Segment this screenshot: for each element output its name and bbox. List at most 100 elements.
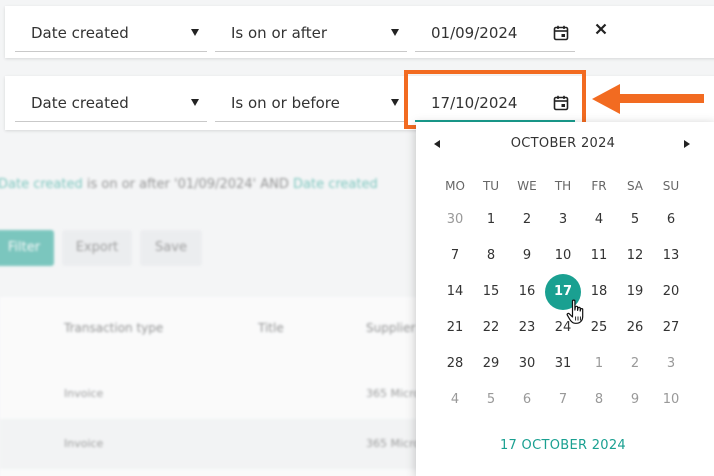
calendar-day[interactable]: 7 (437, 238, 473, 274)
calendar-month-title[interactable]: OCTOBER 2024 (416, 136, 710, 151)
calendar-day[interactable]: 26 (617, 310, 653, 346)
chevron-right-icon[interactable] (684, 140, 690, 148)
calendar-day[interactable]: 8 (581, 382, 617, 418)
summary-link-field-1[interactable]: Date created (0, 177, 83, 192)
filter-summary: Date created is on or after '01/09/2024'… (0, 177, 378, 192)
calendar-day-number: 10 (662, 392, 680, 407)
calendar-day-number: 8 (486, 248, 496, 263)
filter-button[interactable]: Filter (0, 230, 54, 266)
calendar-day-number: 29 (482, 356, 500, 371)
column-header-title[interactable]: Title (258, 321, 284, 335)
calendar-day[interactable]: 29 (473, 346, 509, 382)
calendar-day[interactable]: 23 (509, 310, 545, 346)
calendar-day[interactable]: 10 (545, 238, 581, 274)
calendar-day[interactable]: 2 (617, 346, 653, 382)
operator-select[interactable]: Is on or after (215, 14, 407, 52)
calendar-day[interactable]: 31 (545, 346, 581, 382)
close-icon[interactable] (595, 23, 607, 35)
field-select[interactable]: Date created (15, 14, 207, 52)
calendar-day-number: 5 (486, 392, 496, 407)
summary-text: is on or after '01/09/2024' AND (82, 177, 293, 192)
hand-pointer-icon (566, 299, 584, 324)
calendar-day[interactable]: 8 (473, 238, 509, 274)
field-select[interactable]: Date created (15, 84, 207, 122)
weekday-label: SA (626, 179, 644, 193)
calendar-day-number: 22 (482, 320, 500, 335)
calendar-day-number: 21 (446, 320, 464, 335)
calendar-weeks: 30 1 2 3 4 5 6 7 8 9 10 11 12 13 14 15 16 17 18 19 20 21 22 23 2… (437, 202, 689, 418)
calendar-day[interactable]: 6 (509, 382, 545, 418)
calendar-day[interactable]: 3 (653, 346, 689, 382)
calendar-week-row: 4 5 6 7 8 9 10 (437, 382, 689, 418)
calendar-day[interactable]: 5 (473, 382, 509, 418)
calendar-day[interactable]: 22 (473, 310, 509, 346)
calendar-day-number: 3 (666, 356, 676, 371)
calendar-day[interactable]: 30 (437, 202, 473, 238)
calendar-day-number: 4 (450, 392, 460, 407)
calendar-day-number: 14 (446, 284, 464, 299)
operator-select[interactable]: Is on or before (215, 84, 407, 122)
arrow-head (592, 84, 620, 114)
calendar-day[interactable]: 9 (509, 238, 545, 274)
weekday-label: TU (482, 179, 500, 193)
calendar-day[interactable]: 7 (545, 382, 581, 418)
date-picker-calendar: OCTOBER 2024 MO TU WE TH FR SA SU 30 1 2 3 4 5 6 7 8 9 1… (416, 122, 714, 476)
calendar-day-number: 2 (522, 212, 532, 227)
calendar-day-number: 9 (522, 248, 532, 263)
calendar-day[interactable]: 2 (509, 202, 545, 238)
calendar-day[interactable]: 9 (617, 382, 653, 418)
calendar-day[interactable]: 1 (581, 346, 617, 382)
calendar-day-number: 23 (518, 320, 536, 335)
cell-transaction-type: Invoice (64, 437, 104, 450)
calendar-day[interactable]: 4 (581, 202, 617, 238)
weekday-label: TH (554, 179, 572, 193)
calendar-day[interactable]: 6 (653, 202, 689, 238)
save-button[interactable]: Save (140, 230, 202, 266)
field-select-value: Date created (31, 24, 129, 42)
calendar-day[interactable]: 16 (509, 274, 545, 310)
calendar-day-number: 7 (450, 248, 460, 263)
calendar-day[interactable]: 12 (617, 238, 653, 274)
calendar-day[interactable]: 5 (617, 202, 653, 238)
calendar-day-number: 8 (594, 392, 604, 407)
calendar-day-number: 27 (662, 320, 680, 335)
calendar-day[interactable]: 10 (653, 382, 689, 418)
calendar-day-number: 6 (666, 212, 676, 227)
calendar-day[interactable]: 15 (473, 274, 509, 310)
calendar-day-number: 20 (662, 284, 680, 299)
calendar-day-number: 1 (486, 212, 496, 227)
calendar-day[interactable]: 3 (545, 202, 581, 238)
calendar-day[interactable]: 21 (437, 310, 473, 346)
calendar-week-row: 7 8 9 10 11 12 13 (437, 238, 689, 274)
calendar-day[interactable]: 1 (473, 202, 509, 238)
calendar-day[interactable]: 11 (581, 238, 617, 274)
calendar-day-number: 13 (662, 248, 680, 263)
operator-select-value: Is on or after (231, 24, 328, 42)
calendar-day-number: 4 (594, 212, 604, 227)
calendar-icon[interactable] (553, 25, 569, 41)
calendar-day-number: 15 (482, 284, 500, 299)
calendar-day[interactable]: 28 (437, 346, 473, 382)
column-header-transaction-type[interactable]: Transaction type (64, 321, 163, 335)
weekday-label: MO (445, 179, 465, 193)
column-header-supplier[interactable]: Supplier (366, 321, 415, 335)
calendar-day[interactable]: 13 (653, 238, 689, 274)
cell-supplier: 365 Micro (366, 387, 421, 400)
calendar-week-row: 28 29 30 31 1 2 3 (437, 346, 689, 382)
calendar-day[interactable]: 30 (509, 346, 545, 382)
calendar-day[interactable]: 4 (437, 382, 473, 418)
caret-down-icon (391, 29, 399, 36)
weekday-header-row: MO TU WE TH FR SA SU (437, 170, 689, 202)
calendar-day[interactable]: 19 (617, 274, 653, 310)
filter-row-1: Date created Is on or after (5, 6, 714, 58)
calendar-day[interactable]: 14 (437, 274, 473, 310)
export-button[interactable]: Export (62, 230, 132, 266)
calendar-day[interactable]: 27 (653, 310, 689, 346)
date-input[interactable] (415, 14, 545, 52)
calendar-day[interactable]: 25 (581, 310, 617, 346)
calendar-day-number: 19 (626, 284, 644, 299)
calendar-day[interactable]: 20 (653, 274, 689, 310)
summary-link-field-2[interactable]: Date created (293, 177, 378, 192)
cell-transaction-type: Invoice (64, 387, 104, 400)
calendar-day[interactable]: 18 (581, 274, 617, 310)
